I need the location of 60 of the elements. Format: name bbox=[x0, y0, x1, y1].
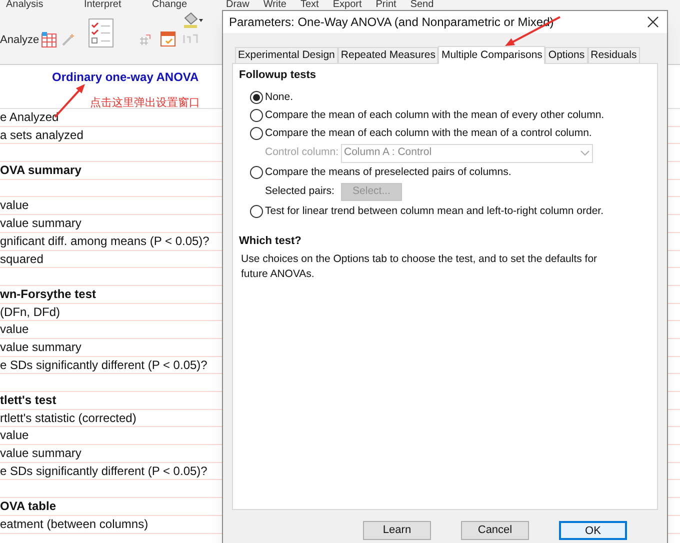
row-label: (DFn, DFd) bbox=[0, 304, 60, 319]
results-title[interactable]: Ordinary one-way ANOVA bbox=[52, 68, 199, 86]
field-label: Control column: bbox=[265, 145, 340, 160]
radio-button[interactable] bbox=[250, 91, 263, 104]
radio-button[interactable] bbox=[250, 205, 263, 218]
row-label: e Analyzed bbox=[0, 110, 59, 124]
tab[interactable]: Options bbox=[545, 47, 588, 63]
row-label: e SDs significantly different (P < 0.05)? bbox=[0, 358, 208, 372]
row-label: value summary bbox=[0, 340, 82, 354]
section-heading: Followup tests bbox=[239, 68, 317, 83]
toolbar-group-label: Interpret bbox=[84, 0, 122, 10]
option-label[interactable]: Compare the means of preselected pairs of columns. bbox=[265, 164, 512, 180]
checklist-icon[interactable] bbox=[88, 18, 114, 48]
row-label: value bbox=[0, 198, 29, 212]
close-icon[interactable] bbox=[647, 16, 659, 28]
section-heading: tlett's test bbox=[0, 393, 56, 407]
option-label[interactable]: None. bbox=[265, 90, 294, 106]
tab[interactable]: Experimental Design bbox=[235, 47, 338, 63]
row-label: value summary bbox=[0, 446, 82, 460]
option-label[interactable]: Test for linear trend between column mean and left-to-right column order. bbox=[265, 204, 604, 220]
row-label: squared bbox=[0, 252, 44, 266]
row-label: value bbox=[0, 322, 29, 336]
section-heading: OVA table bbox=[0, 499, 56, 514]
field-label: Selected pairs: bbox=[265, 184, 336, 200]
toolbar-group-label: Write bbox=[263, 0, 286, 10]
annotation-text: 点击这里弹出设置窗口 bbox=[90, 97, 200, 109]
radio-button[interactable] bbox=[250, 127, 263, 140]
toolbar-group-label: Print bbox=[376, 0, 396, 10]
row-label: a sets analyzed bbox=[0, 128, 84, 142]
dialog-button[interactable]: Cancel bbox=[461, 521, 529, 540]
chevron-down-icon bbox=[580, 150, 590, 156]
paint-bucket-icon[interactable] bbox=[182, 12, 204, 28]
row-label: value summary bbox=[0, 216, 82, 230]
help-text: Use choices on the Options tab to choose the test, and to set the defaults for future ANOVAs. bbox=[241, 252, 598, 282]
row-label: eatment (between columns) bbox=[0, 516, 148, 531]
toolbar-group-label: Export bbox=[332, 0, 362, 10]
toolbar-group-label: Change bbox=[152, 0, 188, 10]
option-label[interactable]: Compare the mean of each column with the mean of every other column. bbox=[265, 108, 604, 124]
dialog-button[interactable]: Learn bbox=[363, 521, 431, 540]
toolbar-group-label: Send bbox=[410, 0, 434, 10]
toolbar-group-label: Draw bbox=[226, 0, 250, 10]
radio-button[interactable] bbox=[250, 109, 263, 122]
row-label: gnificant diff. among means (P < 0.05)? bbox=[0, 234, 210, 248]
row-label: rtlett's statistic (corrected) bbox=[0, 410, 136, 425]
sheet-check-icon[interactable] bbox=[160, 31, 176, 47]
analyze-button[interactable]: Analyze bbox=[0, 32, 40, 48]
table-icon[interactable] bbox=[41, 32, 58, 48]
section-heading: OVA summary bbox=[0, 163, 82, 178]
radio-button[interactable] bbox=[250, 166, 263, 179]
toolbar-group-label: Analysis bbox=[6, 0, 44, 10]
toolbar-group-label: Text bbox=[300, 0, 319, 10]
dialog-button[interactable]: OK bbox=[559, 521, 627, 540]
tab[interactable]: Repeated Measures bbox=[338, 47, 438, 63]
tab[interactable]: Residuals bbox=[588, 47, 640, 63]
row-label: value bbox=[0, 428, 29, 442]
section-heading: wn-Forsythe test bbox=[0, 286, 96, 301]
row-label: e SDs significantly different (P < 0.05)? bbox=[0, 464, 208, 478]
option-label[interactable]: Compare the mean of each column with the mean of a control column. bbox=[265, 126, 592, 142]
section-heading: Which test? bbox=[239, 234, 302, 248]
tab[interactable]: Multiple Comparisons bbox=[438, 46, 546, 64]
